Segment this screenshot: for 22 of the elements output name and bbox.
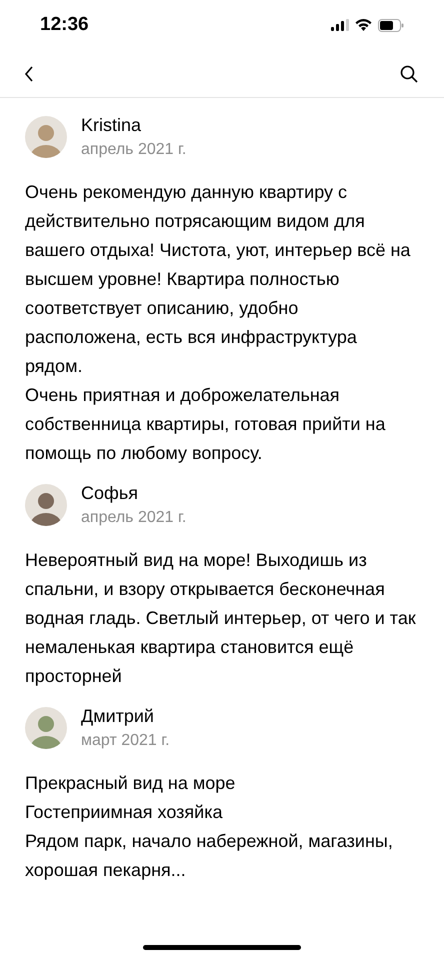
author-name: Kristina [81,114,142,136]
status-time: 12:36 [40,12,89,37]
review-text: Гостеприимная хозяйка [25,801,224,824]
review-text: Невероятный вид на море! Выходишь из спальни, и взору открывается бесконечная водная гладь. Светлый интерьер, от чего и так немаленькая квартира становится ещё просторней [25,549,417,688]
avatar [25,484,67,526]
wifi-icon [355,19,372,31]
back-icon [24,66,34,82]
review-date: март 2021 г. [81,731,170,751]
search-icon [400,64,418,82]
avatar [25,707,67,749]
author-name: Софья [81,482,139,504]
review-text: Прекрасный вид на море [25,772,236,795]
battery-icon [378,18,404,32]
avatar [25,116,67,158]
signal-icon [331,19,349,31]
search-button[interactable] [400,64,420,84]
review-date: апрель 2021 г. [81,508,186,528]
review-text: Очень приятная и доброжелательная собственница квартиры, готовая прийти на помощь по любому вопросу. [25,384,386,465]
author-name: Дмитрий [81,705,155,727]
review-date: апрель 2021 г. [81,140,186,160]
review-text: Очень рекомендую данную квартиру с действительно потрясающим видом для вашего отдыха! Чистота, уют, интерьер всё на высшем уровне! Квартира полностью соответствует описанию, удобно расположена, есть вся инфраструктура рядом. [25,181,412,378]
review-text: Рядом парк, начало набережной, магазины, хорошая пекарня... [25,830,394,882]
